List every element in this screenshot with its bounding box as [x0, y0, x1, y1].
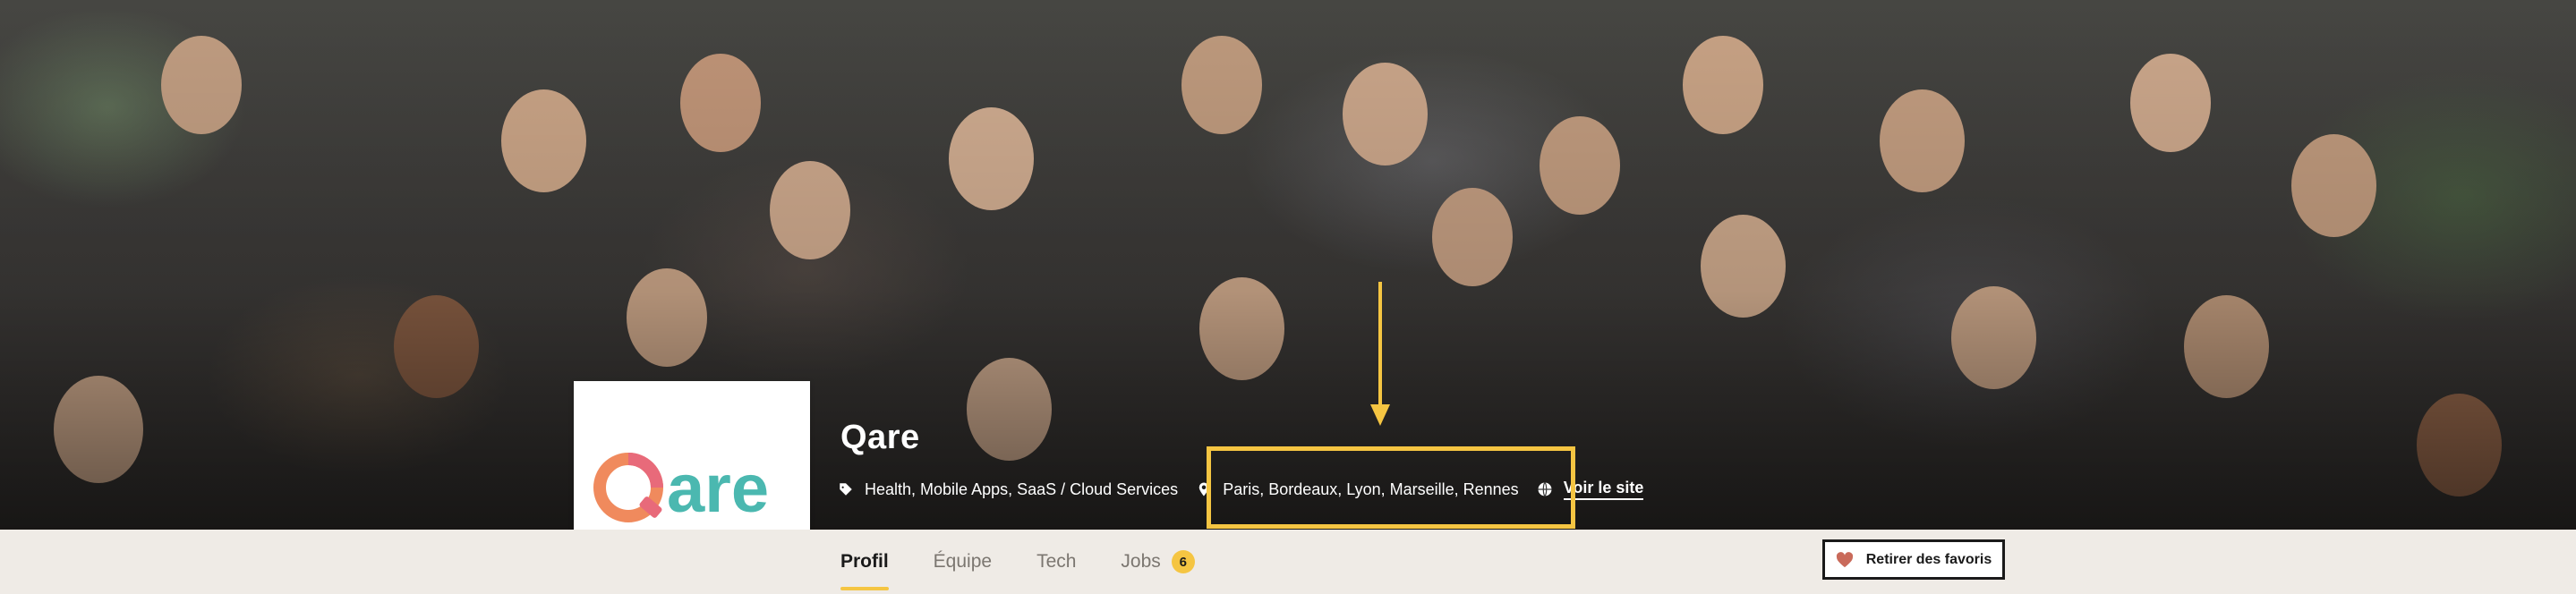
heart-icon	[1836, 551, 1853, 567]
tab-equipe[interactable]: Équipe	[934, 530, 992, 594]
tag-icon	[840, 483, 852, 496]
company-name: Qare	[840, 419, 920, 456]
remove-favorite-label: Retirer des favoris	[1865, 551, 1992, 567]
location-highlight-box	[1207, 446, 1575, 529]
profile-tabs: Profil Équipe Tech Jobs 6	[840, 530, 1240, 594]
svg-text:are: are	[667, 451, 769, 527]
annotation-arrow-head	[1370, 404, 1390, 426]
remove-favorite-button[interactable]: Retirer des favoris	[1822, 539, 2005, 580]
profile-tab-bar: Profil Équipe Tech Jobs 6	[0, 530, 2576, 594]
sectors-text: Health, Mobile Apps, SaaS / Cloud Servic…	[865, 479, 1179, 498]
website-link[interactable]: Voir le site	[1563, 479, 1644, 500]
tab-jobs[interactable]: Jobs 6	[1121, 530, 1195, 594]
tab-tech[interactable]: Tech	[1036, 530, 1076, 594]
sectors-item: Health, Mobile Apps, SaaS / Cloud Servic…	[838, 480, 1189, 499]
jobs-count-badge: 6	[1171, 550, 1195, 573]
qare-logo-icon: are	[593, 451, 769, 527]
annotation-arrow-shaft	[1378, 282, 1382, 407]
tab-profil[interactable]: Profil	[840, 530, 889, 594]
